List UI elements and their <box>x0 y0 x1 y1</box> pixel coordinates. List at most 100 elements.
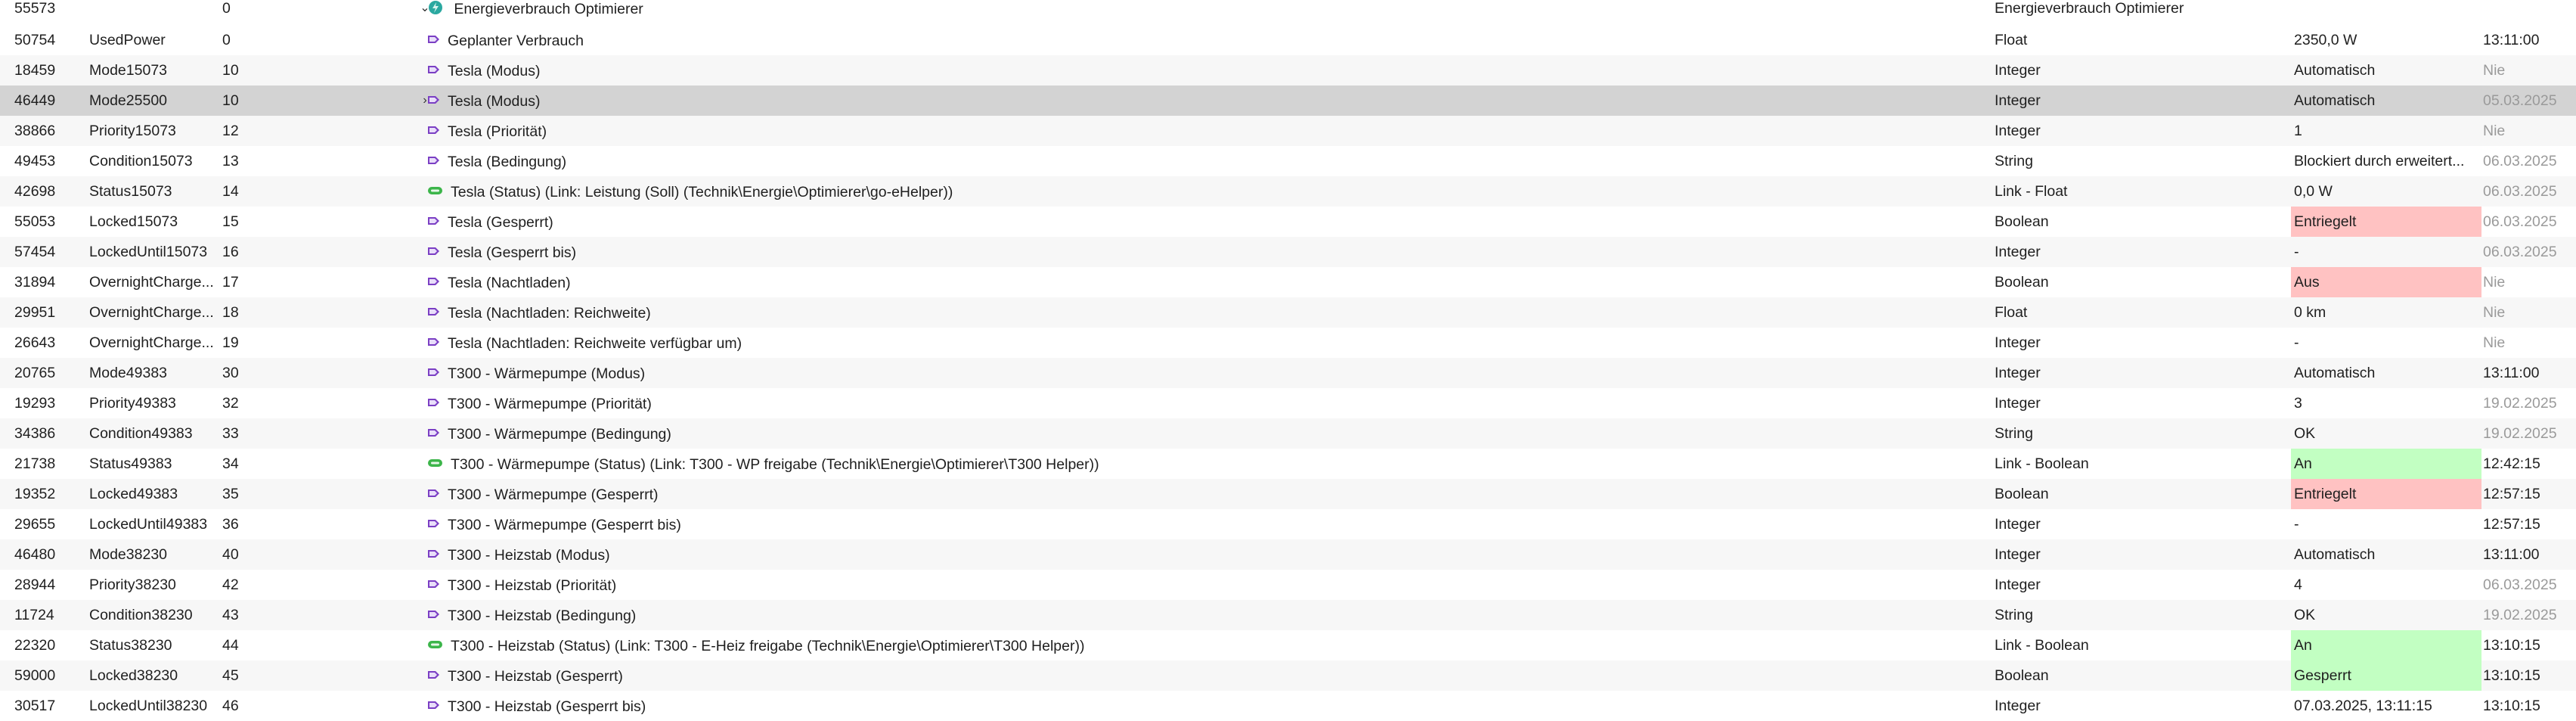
object-name: T300 - Heizstab (Modus) <box>448 546 610 564</box>
object-id: 42698 <box>14 183 56 200</box>
object-name: T300 - Heizstab (Priorität) <box>448 576 617 594</box>
table-row[interactable]: 38866 Priority15073 12 Tesla (Priorität) Int… <box>0 116 2576 146</box>
object-name: Tesla (Priorität) <box>448 123 547 140</box>
object-position: 15 <box>222 213 239 230</box>
object-name-cell: Tesla (Nachtladen: Reichweite) <box>427 297 1970 328</box>
table-row[interactable]: 49453 Condition15073 13 Tesla (Bedingung) St… <box>0 146 2576 176</box>
variable-icon <box>428 519 439 527</box>
object-id: 55053 <box>14 213 56 230</box>
object-value: An <box>2291 630 2481 660</box>
object-type: Boolean <box>1995 213 2049 230</box>
object-id: 19293 <box>14 395 56 412</box>
table-row[interactable]: 11724 Condition38230 43 T300 - Heizstab (Be… <box>0 600 2576 630</box>
object-position: 46 <box>222 698 239 714</box>
object-value: 2350,0 W <box>2294 32 2357 48</box>
object-last-update: 13:10:15 <box>2483 637 2540 654</box>
table-row[interactable]: 50754 UsedPower 0 Geplanter Verbrauch Float 2… <box>0 25 2576 55</box>
table-row[interactable]: 29951 OvernightCharge... 18 Tesla (Nachtlad… <box>0 297 2576 328</box>
object-id: 59000 <box>14 667 56 684</box>
table-row[interactable]: 19352 Locked49383 35 T300 - Wärmepumpe (Ges… <box>0 479 2576 509</box>
object-ident: LockedUntil49383 <box>89 516 208 533</box>
variable-icon <box>428 701 439 709</box>
object-name-cell: Tesla (Nachtladen) <box>427 267 1970 297</box>
table-body: 50754 UsedPower 0 Geplanter Verbrauch Float 2… <box>0 25 2576 721</box>
object-ident: LockedUntil38230 <box>89 698 208 714</box>
object-name: T300 - Wärmepumpe (Priorität) <box>448 395 652 412</box>
object-name-cell: T300 - Heizstab (Status) (Link: T300 - E… <box>427 630 1970 660</box>
object-name-cell: Tesla (Modus) <box>427 85 1970 116</box>
object-type: String <box>1995 153 2033 169</box>
table-row[interactable]: 18459 Mode15073 10 Tesla (Modus) Integer Auto… <box>0 55 2576 85</box>
table-row[interactable]: 22320 Status38230 44 T300 - Heizstab (Statu… <box>0 630 2576 660</box>
object-value: Automatisch <box>2294 92 2376 109</box>
object-value: 3 <box>2294 395 2302 412</box>
table-row[interactable]: 59000 Locked38230 45 T300 - Heizstab (Gespe… <box>0 660 2576 691</box>
object-ident: Priority38230 <box>89 576 176 593</box>
object-name: T300 - Heizstab (Gesperrt) <box>448 667 623 685</box>
variable-icon <box>428 670 439 679</box>
object-last-update: Nie <box>2483 123 2506 139</box>
table-row[interactable]: 21738 Status49383 34 T300 - Wärmepumpe (Sta… <box>0 449 2576 479</box>
link-icon <box>428 186 442 194</box>
object-name: Tesla (Gesperrt) <box>448 213 553 231</box>
object-name-cell: Tesla (Bedingung) <box>427 146 1970 176</box>
object-id: 49453 <box>14 153 56 169</box>
object-name-cell: T300 - Wärmepumpe (Status) (Link: T300 -… <box>427 449 1970 479</box>
object-type: Integer <box>1995 334 2041 351</box>
table-row[interactable]: 34386 Condition49383 33 T300 - Wärmepumpe (… <box>0 418 2576 449</box>
object-position: 30 <box>222 365 239 381</box>
object-name-cell: T300 - Wärmepumpe (Bedingung) <box>427 418 1970 449</box>
object-name-cell: T300 - Heizstab (Bedingung) <box>427 600 1970 630</box>
table-row[interactable]: 28944 Priority38230 42 T300 - Heizstab (Pri… <box>0 570 2576 600</box>
variable-icon <box>428 156 439 164</box>
object-id: 57454 <box>14 244 56 260</box>
object-last-update: 12:57:15 <box>2483 516 2540 533</box>
object-id: 22320 <box>14 637 56 654</box>
object-id: 46480 <box>14 546 56 563</box>
object-name: T300 - Wärmepumpe (Modus) <box>448 365 646 382</box>
object-name: T300 - Heizstab (Gesperrt bis) <box>448 698 646 715</box>
object-type: Link - Float <box>1995 183 2068 200</box>
table-row[interactable]: 29655 LockedUntil49383 36 T300 - Wärmepumpe… <box>0 509 2576 539</box>
table-row[interactable]: 57454 LockedUntil15073 16 Tesla (Gesperrt b… <box>0 237 2576 267</box>
table-row[interactable]: 30517 LockedUntil38230 46 T300 - Heizstab (… <box>0 691 2576 721</box>
object-position: 32 <box>222 395 239 412</box>
table-row[interactable]: 20765 Mode49383 30 T300 - Wärmepumpe (Modus… <box>0 358 2576 388</box>
object-id: 19352 <box>14 486 56 502</box>
object-position: 12 <box>222 123 239 139</box>
object-name-cell: Tesla (Gesperrt bis) <box>427 237 1970 267</box>
table-row[interactable]: 46480 Mode38230 40 T300 - Heizstab (Modus) I… <box>0 539 2576 570</box>
object-position: 36 <box>222 516 239 533</box>
object-type: String <box>1995 607 2033 623</box>
object-ident: Locked15073 <box>89 213 178 230</box>
table-row[interactable]: 55053 Locked15073 15 Tesla (Gesperrt) Boolea… <box>0 207 2576 237</box>
table-row[interactable]: 26643 OvernightCharge... 19 Tesla (Nachtlad… <box>0 328 2576 358</box>
object-name: Tesla (Gesperrt bis) <box>448 244 577 261</box>
object-position: 16 <box>222 244 239 260</box>
table-row-category[interactable]: 55573 0 ⌄ Energieverbrauch Optimierer En… <box>0 0 2576 25</box>
table-row[interactable]: 19293 Priority49383 32 T300 - Wärmepumpe (P… <box>0 388 2576 418</box>
object-name: T300 - Wärmepumpe (Status) (Link: T300 -… <box>451 455 1099 473</box>
object-ident: OvernightCharge... <box>89 274 214 291</box>
object-type: Integer <box>1995 395 2041 412</box>
table-row[interactable]: 46449 Mode25500 10 › Tesla (Modus) Integer Aut… <box>0 85 2576 116</box>
table-row[interactable]: 42698 Status15073 14 Tesla (Status) (Link: … <box>0 176 2576 207</box>
object-id: 34386 <box>14 425 56 442</box>
variable-icon <box>428 368 439 376</box>
object-value: - <box>2294 334 2299 351</box>
object-value: Blockiert durch erweitert... <box>2294 153 2465 169</box>
object-name-cell: Energieverbrauch Optimierer <box>427 0 1970 25</box>
variable-icon <box>428 610 439 618</box>
table-row[interactable]: 31894 OvernightCharge... 17 Tesla (Nachtlad… <box>0 267 2576 297</box>
object-id: 50754 <box>14 32 56 48</box>
object-name: Tesla (Nachtladen: Reichweite) <box>448 304 651 322</box>
object-ident: OvernightCharge... <box>89 334 214 351</box>
object-type: Energieverbrauch Optimierer <box>1995 0 2184 17</box>
object-name-cell: Tesla (Nachtladen: Reichweite verfügbar … <box>427 328 1970 358</box>
object-ident: Condition15073 <box>89 153 193 169</box>
object-name-cell: Geplanter Verbrauch <box>427 25 1970 55</box>
object-ident: Mode25500 <box>89 92 168 109</box>
object-name-cell: T300 - Wärmepumpe (Gesperrt) <box>427 479 1970 509</box>
object-ident: LockedUntil15073 <box>89 244 208 260</box>
object-id: 29951 <box>14 304 56 321</box>
